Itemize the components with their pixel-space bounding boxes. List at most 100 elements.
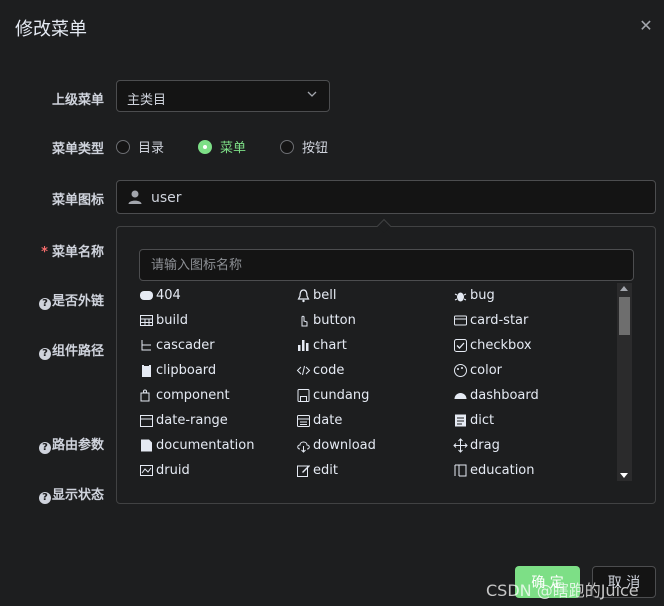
icon-option-label: code (313, 362, 345, 378)
bug-icon (453, 288, 468, 303)
icon-option-label: cundang (313, 387, 370, 403)
question-icon: ? (38, 298, 51, 310)
dashboard-icon (453, 388, 468, 403)
radio-circle (198, 139, 212, 154)
scroll-down-arrow[interactable] (620, 473, 628, 478)
icon-option-cascader[interactable]: cascader (139, 335, 215, 355)
csdn-watermark: CSDN @瞎跑的Juice (486, 581, 639, 600)
icon-list-scrollbar[interactable] (617, 283, 632, 481)
button-icon (296, 313, 311, 328)
icon-option-label: edit (313, 462, 338, 478)
radio-menu[interactable]: 菜单 (198, 137, 246, 156)
icon-option-label: component (156, 387, 230, 403)
user-icon (128, 190, 142, 204)
icon-option-date-range[interactable]: date-range (139, 410, 228, 430)
dict-icon (453, 413, 468, 428)
edit-menu-dialog: 修改菜单 ✕ 上级菜单 主类目 菜单类型 目录 菜单 按钮 菜单图标 user … (0, 0, 664, 606)
icon-option-documentation[interactable]: documentation (139, 435, 254, 455)
icon-option-clipboard[interactable]: clipboard (139, 360, 216, 380)
scroll-thumb[interactable] (619, 297, 630, 335)
icon-option-bell[interactable]: bell (296, 285, 336, 305)
icon-option-label: bell (313, 287, 337, 303)
icon-option-checkbox[interactable]: checkbox (453, 335, 532, 355)
icon-option-build[interactable]: build (139, 310, 188, 330)
component-icon (139, 388, 154, 403)
cundang-icon (296, 388, 311, 403)
icon-grid: 404 bell bug build button card-star cascader ch… (139, 285, 619, 483)
chart-icon (296, 338, 311, 353)
route-params-label-text: 路由参数 (51, 438, 104, 453)
icon-option-label: date-range (156, 412, 228, 428)
icon-option-edit[interactable]: edit (296, 460, 338, 480)
icon-option-color[interactable]: color (453, 360, 502, 380)
date-icon (296, 413, 311, 428)
icon-option-label: chart (313, 337, 347, 353)
popover-arrow (376, 218, 392, 234)
icon-option-bug[interactable]: bug (453, 285, 495, 305)
icon-option-chart[interactable]: chart (296, 335, 347, 355)
radio-button[interactable]: 按钮 (280, 137, 328, 156)
bell-icon (296, 288, 311, 303)
radio-label: 按钮 (302, 141, 329, 156)
icon-option-label: druid (156, 462, 190, 478)
radio-directory[interactable]: 目录 (116, 137, 164, 156)
route-params-label: ? 路由参数 (4, 434, 104, 454)
color-icon (453, 363, 468, 378)
icon-option-date[interactable]: date (296, 410, 342, 430)
parent-menu-select[interactable]: 主类目 (116, 80, 330, 112)
edit-icon (296, 463, 311, 478)
icon-option-label: clipboard (156, 362, 217, 378)
icon-option-dict[interactable]: dict (453, 410, 494, 430)
checkbox-icon (453, 338, 468, 353)
icon-option-code[interactable]: code (296, 360, 344, 380)
menu-icon-label: 菜单图标 (51, 193, 104, 208)
display-status-label: ? 显示状态 (4, 484, 104, 504)
menu-icon-input[interactable]: user (116, 180, 656, 214)
radio-circle (280, 139, 294, 154)
dialog-title: 修改菜单 (15, 19, 87, 40)
icon-option-card-star[interactable]: card-star (453, 310, 528, 330)
icon-search-field[interactable] (139, 249, 634, 281)
icon-search-input[interactable] (140, 250, 633, 280)
druid-icon (139, 463, 154, 478)
build-icon (139, 313, 154, 328)
menu-type-label: 菜单类型 (51, 142, 104, 157)
icon-option-label: build (156, 312, 188, 328)
icon-option-component[interactable]: component (139, 385, 230, 405)
icon-option-druid[interactable]: druid (139, 460, 190, 480)
icon-option-label: card-star (470, 312, 529, 328)
icon-option-label: 404 (156, 287, 181, 303)
icon-option-dashboard[interactable]: dashboard (453, 385, 539, 405)
parent-menu-value: 主类目 (127, 93, 167, 108)
icon-option-404[interactable]: 404 (139, 285, 181, 305)
icon-option-label: color (470, 362, 503, 378)
menu-icon-value: user (151, 190, 182, 206)
component-path-label-text: 组件路径 (51, 344, 104, 359)
menu-name-label: * 菜单名称 (4, 241, 104, 260)
component-path-label: ? 组件路径 (4, 340, 104, 360)
education-icon (453, 463, 468, 478)
icon-option-education[interactable]: education (453, 460, 535, 480)
icon-option-download[interactable]: download (296, 435, 376, 455)
menu-name-label-text: 菜单名称 (51, 245, 104, 260)
icon-option-drag[interactable]: drag (453, 435, 500, 455)
icon-option-label: date (313, 412, 343, 428)
documentation-icon (139, 438, 154, 453)
clipboard-icon (139, 363, 154, 378)
radio-circle (116, 139, 130, 154)
close-icon[interactable]: ✕ (638, 18, 654, 34)
icon-option-label: bug (470, 287, 495, 303)
scroll-up-arrow[interactable] (620, 286, 628, 291)
external-link-label-text: 是否外链 (51, 294, 104, 309)
icon-option-label: dashboard (470, 387, 539, 403)
download-icon (296, 438, 311, 453)
chevron-down-icon (307, 91, 317, 97)
icon-option-cundang[interactable]: cundang (296, 385, 369, 405)
404-icon (139, 288, 154, 303)
external-link-label: ? 是否外链 (4, 290, 104, 310)
code-icon (296, 363, 311, 378)
icon-option-button[interactable]: button (296, 310, 356, 330)
parent-menu-label: 上级菜单 (51, 93, 104, 108)
icon-picker-popover: 404 bell bug build button card-star cascader ch… (116, 218, 656, 504)
icon-option-label: education (470, 462, 535, 478)
